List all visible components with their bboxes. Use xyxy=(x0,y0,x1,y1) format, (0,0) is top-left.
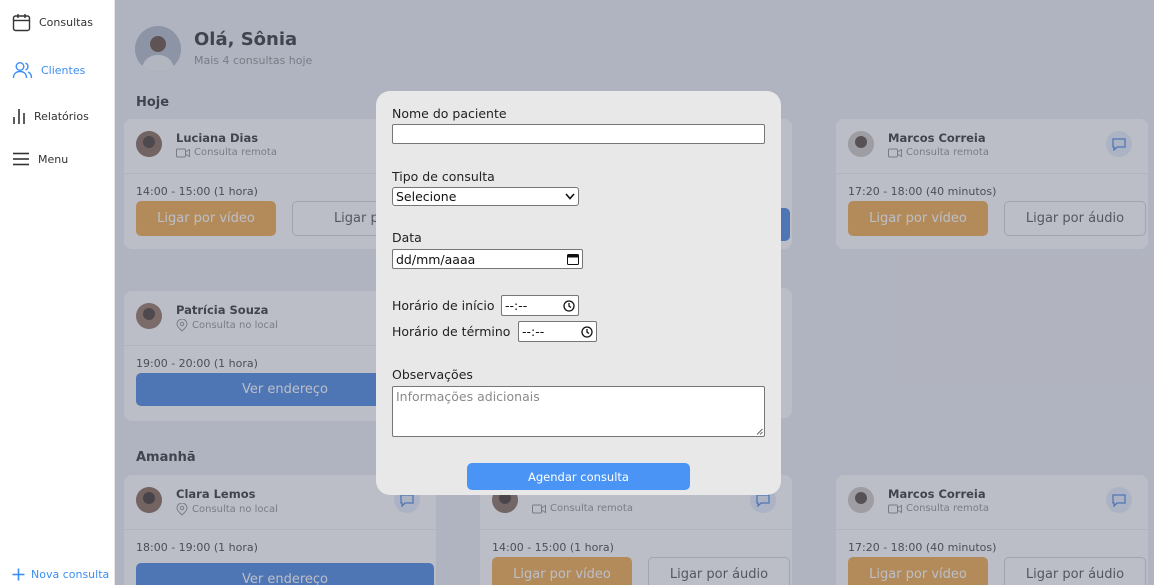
start-time-placeholder: --:-- xyxy=(505,298,528,313)
patient-name-input[interactable] xyxy=(392,124,765,144)
bar-chart-icon xyxy=(13,109,25,124)
sidebar-item-consultas[interactable]: Consultas xyxy=(12,13,93,32)
clock-icon[interactable] xyxy=(563,299,575,312)
new-appointment-button[interactable]: Nova consulta xyxy=(12,568,109,581)
date-placeholder: dd/mm/aaaa xyxy=(396,251,476,267)
resize-handle-icon[interactable] xyxy=(756,428,763,435)
new-appointment-label: Nova consulta xyxy=(31,568,110,581)
sidebar-item-menu[interactable]: Menu xyxy=(12,152,68,166)
appointment-type-value: Selecione xyxy=(396,189,457,204)
end-time-placeholder: --:-- xyxy=(522,324,545,339)
sidebar-item-clientes[interactable]: Clientes xyxy=(12,61,85,80)
sidebar: Consultas Clientes Relatórios Menu Nova … xyxy=(0,0,115,585)
clock-icon[interactable] xyxy=(581,325,593,338)
schedule-appointment-button[interactable]: Agendar consulta xyxy=(467,463,690,490)
sidebar-item-label: Consultas xyxy=(39,16,93,29)
plus-icon xyxy=(12,568,25,581)
start-time-label: Horário de início xyxy=(392,298,495,313)
calendar-icon xyxy=(12,14,31,32)
new-appointment-modal: Nome do paciente Tipo de consulta Seleci… xyxy=(376,91,781,495)
date-label: Data xyxy=(392,230,422,245)
calendar-icon[interactable] xyxy=(567,253,579,265)
notes-placeholder: Informações adicionais xyxy=(396,389,540,404)
sidebar-item-label: Clientes xyxy=(41,64,86,77)
sidebar-item-label: Relatórios xyxy=(34,110,89,123)
chevron-down-icon xyxy=(565,193,575,200)
users-icon xyxy=(12,62,33,79)
patient-name-label: Nome do paciente xyxy=(392,106,507,121)
date-input[interactable]: dd/mm/aaaa xyxy=(392,249,583,269)
sidebar-item-label: Menu xyxy=(38,152,69,166)
end-time-input[interactable]: --:-- xyxy=(518,321,597,342)
menu-icon xyxy=(13,152,29,166)
notes-textarea[interactable]: Informações adicionais xyxy=(392,386,765,437)
end-time-label: Horário de término xyxy=(392,324,511,339)
start-time-input[interactable]: --:-- xyxy=(501,295,579,316)
appointment-type-label: Tipo de consulta xyxy=(392,169,495,184)
notes-label: Observações xyxy=(392,367,473,382)
sidebar-item-relatorios[interactable]: Relatórios xyxy=(12,108,89,125)
appointment-type-select[interactable]: Selecione xyxy=(392,187,579,206)
